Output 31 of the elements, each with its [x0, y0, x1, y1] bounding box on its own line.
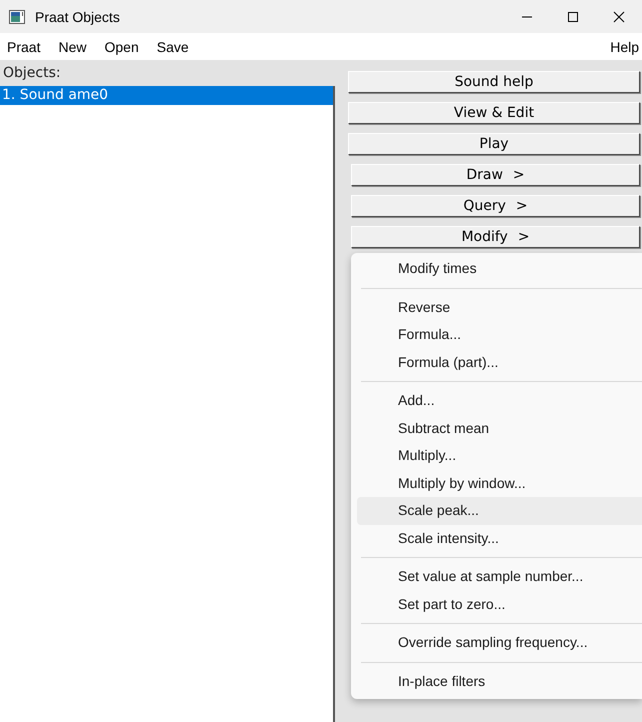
- menu-item[interactable]: Praat: [7, 38, 40, 54]
- action-button[interactable]: View & Edit: [348, 102, 640, 124]
- menu-item[interactable]: Reverse: [357, 294, 642, 321]
- menu-item[interactable]: Formula (part)...: [357, 348, 642, 376]
- menu-item[interactable]: Scale peak...: [357, 497, 642, 524]
- menu-item[interactable]: Help: [610, 38, 639, 54]
- submenu-button[interactable]: Draw >: [351, 164, 640, 186]
- action-button[interactable]: Play: [348, 133, 640, 155]
- objects-label: Objects:: [2, 64, 62, 82]
- app-icon: [9, 10, 25, 24]
- action-button[interactable]: Sound help: [348, 71, 640, 93]
- submenu-button[interactable]: Modify >: [351, 226, 640, 248]
- submenu-button[interactable]: Query >: [351, 195, 640, 217]
- window-title: Praat Objects: [35, 8, 120, 24]
- menu-item[interactable]: Set part to zero...: [357, 590, 642, 618]
- menu-item[interactable]: Set value at sample number...: [357, 563, 642, 590]
- menu-item[interactable]: Scale intensity...: [357, 524, 642, 552]
- menu-item[interactable]: Modify times: [357, 255, 642, 282]
- menu-item[interactable]: Multiply...: [357, 442, 642, 470]
- menu-item[interactable]: New: [58, 38, 86, 54]
- close-icon[interactable]: [613, 10, 625, 22]
- menu-item[interactable]: Override sampling frequency...: [357, 629, 642, 656]
- menu-item[interactable]: Add...: [357, 387, 642, 414]
- menu-item[interactable]: Formula...: [357, 321, 642, 348]
- object-item[interactable]: 1. Sound ame0: [0, 86, 333, 105]
- menu-item[interactable]: Multiply by window...: [357, 470, 642, 497]
- menu-item[interactable]: Subtract mean: [357, 414, 642, 442]
- menu-item[interactable]: Save: [156, 38, 189, 54]
- maximize-icon[interactable]: [567, 10, 579, 22]
- menu-item[interactable]: In-place filters: [357, 668, 642, 695]
- menu-item[interactable]: Open: [104, 38, 139, 54]
